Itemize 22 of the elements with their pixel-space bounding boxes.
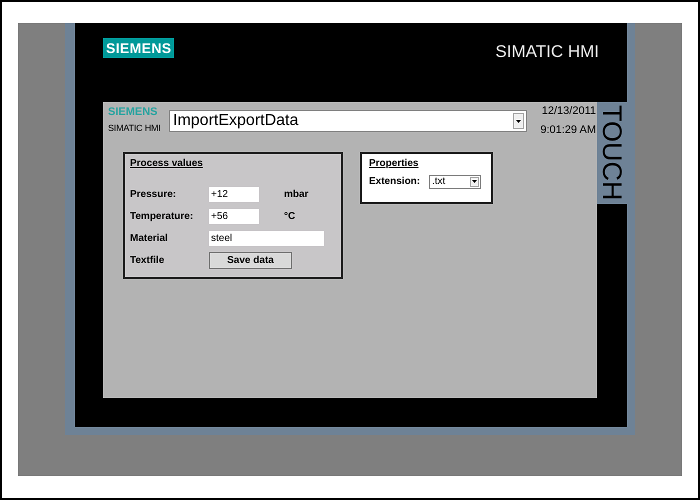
unit-label: °C (284, 210, 296, 224)
field-label: Temperature: (130, 210, 194, 224)
field-label: Textfile (130, 254, 166, 268)
touch-label: TOUCH (597, 105, 627, 201)
input-field[interactable]: steel (209, 231, 324, 246)
field-label: Extension: (369, 175, 422, 189)
brand-logo: SIEMENS (103, 38, 174, 58)
brand-label: SIEMENS (108, 106, 159, 119)
field-label: Pressure: (130, 188, 178, 202)
panel-title: Properties (369, 158, 418, 170)
field-label: Material (130, 232, 169, 246)
unit-label: mbar (284, 188, 308, 202)
date-label: 12/13/2011 (542, 105, 596, 118)
panel-title: Process values (130, 158, 203, 170)
time-label: 9:01:29 AM (540, 124, 596, 137)
input-field[interactable]: +56 (209, 209, 259, 224)
extension-dropdown[interactable]: .txt (429, 174, 481, 188)
model-label: SIMATIC HMI (495, 41, 599, 63)
save-button[interactable]: Save data (209, 252, 292, 269)
product-label: SIMATIC HMI (108, 122, 162, 135)
input-field[interactable]: +12 (209, 187, 259, 202)
screen-selector[interactable]: ImportExportData (169, 110, 527, 132)
